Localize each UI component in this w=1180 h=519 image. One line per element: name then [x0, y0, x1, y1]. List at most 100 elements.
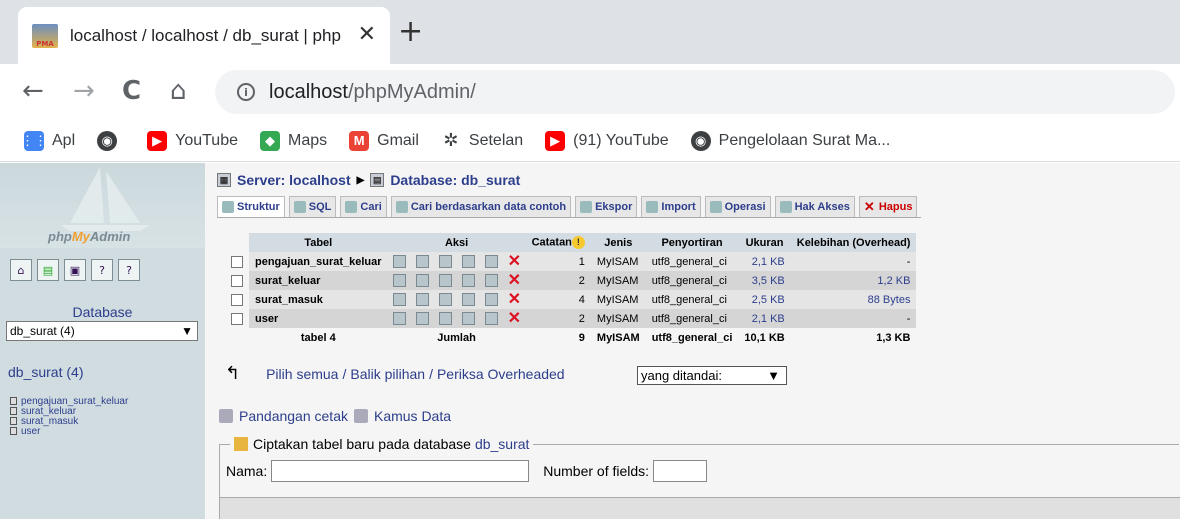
- close-tab-icon[interactable]: ✕: [358, 23, 376, 47]
- search-icon[interactable]: [438, 312, 452, 325]
- tab-cari[interactable]: Cari: [340, 196, 387, 217]
- reload-icon[interactable]: C: [122, 76, 141, 106]
- tab-import[interactable]: Import: [641, 196, 701, 217]
- structure-icon[interactable]: [415, 274, 429, 287]
- exit-icon[interactable]: ▤: [37, 259, 59, 281]
- with-marked-select[interactable]: yang ditandai: ▼: [637, 366, 787, 385]
- breadcrumb: ▦ Server: localhost ▶ ▤ Database: db_sur…: [217, 172, 520, 188]
- tab-ekspor[interactable]: Ekspor: [575, 196, 638, 217]
- structure-icon[interactable]: [415, 293, 429, 306]
- col-aksi: Aksi: [387, 233, 526, 252]
- invert-selection-link[interactable]: Balik pilihan: [350, 366, 425, 382]
- browser-tab-active[interactable]: PMA localhost / localhost / db_surat | p…: [18, 7, 390, 64]
- col-tabel[interactable]: Tabel: [249, 233, 388, 252]
- tab-hapus[interactable]: ✕ Hapus: [858, 196, 918, 217]
- site-info-icon[interactable]: i: [237, 83, 255, 101]
- search-icon[interactable]: [438, 255, 452, 268]
- empty-icon[interactable]: [484, 312, 498, 325]
- structure-icon[interactable]: [415, 255, 429, 268]
- forward-arrow-icon[interactable]: →: [73, 76, 95, 106]
- row-checkbox[interactable]: [231, 274, 243, 287]
- tab-struktur[interactable]: Struktur: [217, 196, 285, 217]
- server-icon: ▦: [217, 173, 231, 187]
- back-arrow-icon[interactable]: ←: [22, 76, 44, 106]
- row-checkbox[interactable]: [231, 312, 243, 325]
- address-bar[interactable]: i localhost/phpMyAdmin/: [215, 70, 1175, 114]
- breadcrumb-arrow-icon: ▶: [356, 174, 365, 186]
- table-name[interactable]: surat_masuk: [249, 290, 388, 309]
- mysql-docs-icon[interactable]: ?: [118, 259, 140, 281]
- phpmyadmin-logo[interactable]: phpMyAdmin: [0, 163, 205, 248]
- database-icon: ▤: [370, 173, 385, 187]
- bookmark-maps[interactable]: ◆ Maps: [260, 130, 327, 151]
- search-icon[interactable]: [438, 293, 452, 306]
- new-tab-button[interactable]: +: [398, 17, 423, 47]
- check-overhead-link[interactable]: Periksa Overheaded: [437, 366, 565, 382]
- structure-icon[interactable]: [415, 312, 429, 325]
- drop-icon[interactable]: ✕: [508, 311, 521, 327]
- table-footer-row: tabel 4 Jumlah 9 MyISAM utf8_general_ci …: [225, 328, 917, 347]
- database-select[interactable]: db_surat (4) ▼: [6, 321, 198, 341]
- list-item[interactable]: surat_keluar: [10, 406, 128, 417]
- table-name[interactable]: pengajuan_surat_keluar: [249, 252, 388, 271]
- tab-cari-contoh[interactable]: Cari berdasarkan data contoh: [390, 196, 572, 217]
- empty-icon[interactable]: [484, 293, 498, 306]
- bookmark-gmail[interactable]: M Gmail: [349, 130, 419, 151]
- sql-query-icon[interactable]: ▣: [64, 259, 86, 281]
- tab-operasi[interactable]: Operasi: [704, 196, 771, 217]
- list-item[interactable]: surat_masuk: [10, 416, 128, 427]
- fields-label: Number of fields:: [543, 463, 650, 479]
- row-checkbox[interactable]: [231, 255, 243, 268]
- create-table-form: Nama: Number of fields:: [226, 460, 708, 482]
- documentation-icon[interactable]: ?: [91, 259, 113, 281]
- bookmark-youtube[interactable]: ▶ YouTube: [147, 130, 238, 151]
- print-view-link[interactable]: Pandangan cetak: [239, 408, 348, 424]
- database-title-link[interactable]: db_surat (4): [8, 364, 83, 380]
- empty-icon[interactable]: [484, 255, 498, 268]
- form-footer-bar: [220, 497, 1180, 519]
- drop-icon[interactable]: ✕: [508, 254, 521, 270]
- tab-hak-akses[interactable]: Hak Akses: [774, 196, 855, 217]
- browse-icon[interactable]: [392, 274, 406, 287]
- drop-icon[interactable]: ✕: [508, 292, 521, 308]
- table-name-input[interactable]: [271, 460, 530, 482]
- row-checkbox[interactable]: [231, 293, 243, 306]
- breadcrumb-database[interactable]: Database: db_surat: [390, 172, 520, 188]
- name-label: Nama:: [226, 463, 268, 479]
- insert-icon[interactable]: [461, 274, 475, 287]
- tab-sql[interactable]: SQL: [288, 196, 337, 217]
- table-icon: [10, 417, 17, 425]
- create-table-legend: Ciptakan tabel baru pada database db_sura…: [230, 436, 534, 452]
- select-all-link[interactable]: Pilih semua: [266, 366, 338, 382]
- table-icon: [10, 397, 17, 405]
- bookmark-globe[interactable]: ◉: [97, 130, 125, 151]
- bookmark-apps[interactable]: ⋮⋮ Apl: [21, 130, 75, 151]
- col-catatan[interactable]: Catatan!: [525, 233, 591, 252]
- list-item[interactable]: user: [10, 426, 128, 437]
- table-name[interactable]: surat_keluar: [249, 271, 388, 290]
- home-icon[interactable]: ⌂: [170, 76, 187, 106]
- number-of-fields-input[interactable]: [653, 460, 708, 482]
- print-icon: [219, 409, 233, 423]
- youtube-icon: ▶: [545, 130, 566, 151]
- table-name[interactable]: user: [249, 309, 388, 328]
- drop-icon[interactable]: ✕: [508, 273, 521, 289]
- insert-icon[interactable]: [461, 312, 475, 325]
- browse-icon[interactable]: [392, 255, 406, 268]
- search-icon[interactable]: [438, 274, 452, 287]
- breadcrumb-server[interactable]: Server: localhost: [237, 172, 351, 188]
- home-icon[interactable]: ⌂: [10, 259, 32, 281]
- bookmark-pengelolaan[interactable]: ◉ Pengelolaan Surat Ma...: [690, 130, 890, 151]
- list-item[interactable]: pengajuan_surat_keluar: [10, 396, 128, 407]
- bookmark-youtube-91[interactable]: ▶ (91) YouTube: [545, 130, 669, 151]
- logo-text: phpMyAdmin: [48, 229, 131, 244]
- data-dictionary-link[interactable]: Kamus Data: [374, 408, 451, 424]
- browse-icon[interactable]: [392, 312, 406, 325]
- new-table-icon: [234, 437, 248, 451]
- insert-icon[interactable]: [461, 255, 475, 268]
- browse-icon[interactable]: [392, 293, 406, 306]
- url-path: /phpMyAdmin/: [347, 80, 476, 103]
- empty-icon[interactable]: [484, 274, 498, 287]
- bookmark-setelan[interactable]: ✲ Setelan: [441, 130, 523, 151]
- insert-icon[interactable]: [461, 293, 475, 306]
